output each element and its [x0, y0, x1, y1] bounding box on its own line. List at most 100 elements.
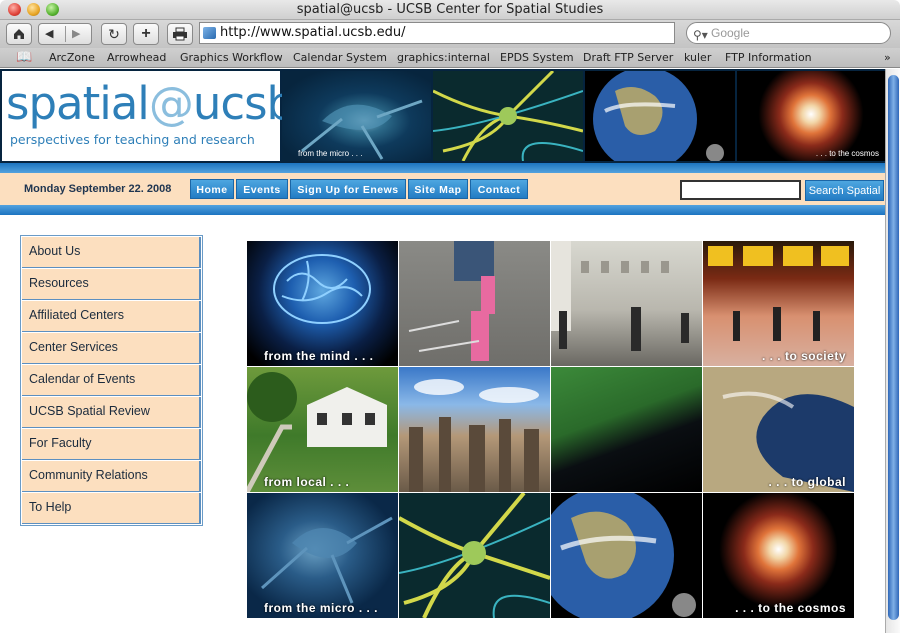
address-text: http://www.spatial.ucsb.edu/	[220, 25, 406, 40]
search-spatial-button[interactable]: Search Spatial	[805, 180, 884, 201]
nav-contact[interactable]: Contact	[470, 179, 528, 199]
mosaic-caption: . . . to the cosmos	[735, 601, 846, 615]
cell-graphic	[301, 99, 423, 160]
divider	[65, 26, 66, 42]
header-image-earth	[585, 71, 735, 161]
mosaic-cosmos[interactable]: . . . to the cosmos	[703, 493, 854, 618]
print-button[interactable]	[167, 23, 193, 45]
new-tab-button[interactable]: +	[133, 23, 159, 45]
back-forward-group: ◀ ▶	[38, 23, 92, 45]
mosaic-micro[interactable]: from the micro . . .	[247, 493, 398, 618]
bookmark-item[interactable]: kuler	[684, 48, 711, 68]
mosaic-coastline[interactable]	[551, 367, 702, 492]
plus-icon: +	[141, 25, 151, 42]
reload-button[interactable]: ↻	[101, 23, 127, 45]
header-divider	[0, 163, 885, 173]
mosaic-caption: from the micro . . .	[264, 601, 379, 615]
reload-icon: ↻	[108, 26, 120, 42]
sidebar-menu: About Us Resources Affiliated Centers Ce…	[20, 235, 203, 526]
current-date: Monday September 22. 2008	[24, 183, 172, 195]
header-image-neurons	[433, 71, 583, 161]
window-controls	[8, 3, 59, 16]
logo-wordmark: spatial@ucsb	[6, 77, 295, 130]
header-caption: from the micro . . .	[298, 149, 363, 158]
sidebar-item-affiliated-centers[interactable]: Affiliated Centers	[22, 301, 201, 332]
header-image-cosmos: . . . to the cosmos	[737, 71, 885, 161]
address-bar[interactable]: http://www.spatial.ucsb.edu/	[199, 22, 675, 44]
zoom-window-button[interactable]	[46, 3, 59, 16]
mosaic-train-station[interactable]: . . . to society	[703, 241, 854, 366]
cell-graphic	[399, 493, 550, 618]
mosaic-earth[interactable]	[551, 493, 702, 618]
bookmark-item[interactable]: Draft FTP Server	[583, 48, 673, 68]
cell-graphic	[409, 379, 539, 492]
cell-graphic	[261, 516, 393, 604]
mosaic-neurons[interactable]	[399, 493, 550, 618]
forward-icon[interactable]: ▶	[72, 24, 80, 44]
site-logo[interactable]: spatial@ucsb perspectives for teaching a…	[2, 71, 295, 161]
browser-toolbar: ◀ ▶ ↻ + http://www.spatial.ucsb.edu/ ⚲▾ …	[0, 20, 900, 48]
bookmark-item[interactable]: EPDS System	[500, 48, 574, 68]
cell-graphic	[551, 241, 689, 351]
page-content: spatial@ucsb perspectives for teaching a…	[0, 69, 885, 633]
mosaic-hopscotch[interactable]	[399, 241, 550, 366]
mosaic-city[interactable]	[399, 367, 550, 492]
header-caption: . . . to the cosmos	[815, 149, 879, 158]
nav-home[interactable]: Home	[190, 179, 234, 199]
search-placeholder: Google	[711, 26, 750, 40]
bookmarks-overflow-icon[interactable]: »	[884, 48, 891, 68]
header-image-micro: from the micro . . .	[282, 71, 431, 161]
mosaic-brain[interactable]: from the mind . . .	[247, 241, 398, 366]
site-header: spatial@ucsb perspectives for teaching a…	[0, 69, 885, 163]
nav-events[interactable]: Events	[236, 179, 288, 199]
site-favicon-icon	[203, 27, 216, 39]
bookmark-item[interactable]: Graphics Workflow	[180, 48, 283, 68]
logo-tagline: perspectives for teaching and research	[10, 132, 255, 147]
mosaic-caption: . . . to society	[761, 349, 846, 363]
home-icon	[14, 29, 24, 39]
mosaic-street[interactable]	[551, 241, 702, 366]
cell-graphic	[593, 71, 724, 161]
bookmark-item[interactable]: graphics:internal	[397, 48, 490, 68]
nav-site-map[interactable]: Site Map	[408, 179, 468, 199]
search-icon: ⚲▾	[693, 28, 708, 42]
sidebar-item-community-relations[interactable]: Community Relations	[22, 461, 201, 492]
minimize-window-button[interactable]	[27, 3, 40, 16]
bookmark-item[interactable]: ArcZone	[49, 48, 95, 68]
home-button[interactable]	[6, 23, 32, 45]
sidebar-item-calendar-of-events[interactable]: Calendar of Events	[22, 365, 201, 396]
sidebar-item-for-faculty[interactable]: For Faculty	[22, 429, 201, 460]
cell-graphic	[708, 246, 849, 341]
mosaic-caption: from the mind . . .	[264, 349, 374, 363]
vertical-scrollbar[interactable]	[885, 69, 900, 633]
title-bar: spatial@ucsb - UCSB Center for Spatial S…	[0, 0, 900, 20]
back-icon[interactable]: ◀	[45, 24, 53, 44]
cell-graphic	[433, 71, 583, 161]
mosaic-caption: from local . . .	[264, 475, 350, 489]
sidebar-item-about-us[interactable]: About Us	[22, 237, 201, 268]
sidebar-item-resources[interactable]: Resources	[22, 269, 201, 300]
cell-graphic	[247, 372, 387, 492]
globe-icon	[703, 367, 854, 492]
bookmark-item[interactable]: FTP Information	[725, 48, 812, 68]
close-window-button[interactable]	[8, 3, 21, 16]
printer-icon	[173, 27, 187, 41]
bookmarks-book-icon[interactable]: 📖	[16, 48, 32, 68]
mosaic-caption: . . . to global	[768, 475, 846, 489]
sidebar-item-spatial-review[interactable]: UCSB Spatial Review	[22, 397, 201, 428]
navigation-band: Monday September 22. 2008 Home Events Si…	[0, 173, 885, 205]
browser-search-field[interactable]: ⚲▾ Google	[686, 22, 891, 44]
site-search-input[interactable]	[680, 180, 801, 200]
sidebar-item-to-help[interactable]: To Help	[22, 493, 201, 524]
bookmark-item[interactable]: Arrowhead	[107, 48, 166, 68]
mosaic-globe[interactable]: . . . to global	[703, 367, 854, 492]
sidebar-item-center-services[interactable]: Center Services	[22, 333, 201, 364]
brain-icon	[273, 254, 371, 324]
image-mosaic: from the mind . . . . . . to society fro…	[247, 241, 854, 619]
bookmark-item[interactable]: Calendar System	[293, 48, 387, 68]
browser-window: spatial@ucsb - UCSB Center for Spatial S…	[0, 0, 900, 633]
cell-graphic	[408, 241, 495, 361]
nav-sign-up-enews[interactable]: Sign Up for Enews	[290, 179, 406, 199]
scrollbar-thumb[interactable]	[888, 75, 899, 620]
mosaic-house[interactable]: from local . . .	[247, 367, 398, 492]
